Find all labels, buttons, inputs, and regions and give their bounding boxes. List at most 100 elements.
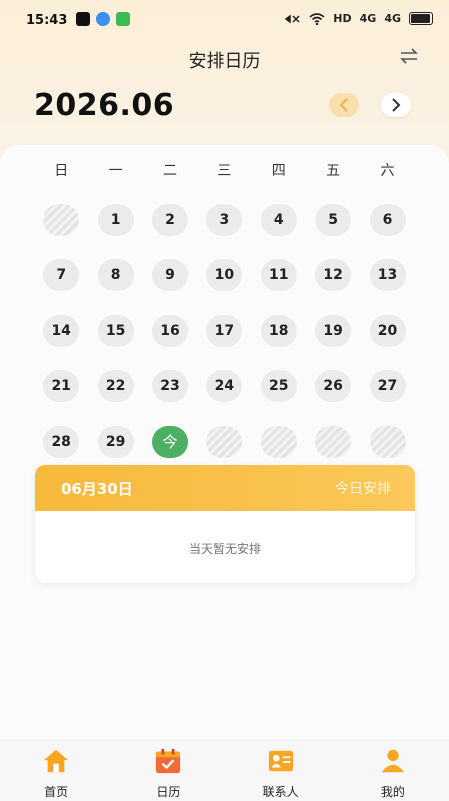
empty-day xyxy=(369,425,406,458)
day-button[interactable]: 23 xyxy=(151,370,188,403)
prev-month-button[interactable] xyxy=(329,93,359,117)
day-button[interactable]: 9 xyxy=(151,259,188,292)
day-button[interactable]: 7 xyxy=(43,259,80,292)
schedule-panel: 06月30日 今日安排 当天暂无安排 xyxy=(35,465,415,583)
tab-profile[interactable]: 我的 xyxy=(337,741,449,801)
day-button[interactable]: 29 xyxy=(97,425,134,458)
next-month-button[interactable] xyxy=(381,93,411,117)
day-button[interactable]: 27 xyxy=(369,370,406,403)
day-button[interactable]: 21 xyxy=(43,370,80,403)
day-cell xyxy=(34,192,88,248)
contacts-icon xyxy=(267,747,295,775)
day-cell: 13 xyxy=(360,248,414,304)
status-bar: 15:43 HD 4G 4G xyxy=(0,0,449,40)
weekday-label: 六 xyxy=(380,163,395,179)
day-button[interactable]: 1 xyxy=(97,203,134,236)
day-cell: 5 xyxy=(306,192,360,248)
page-title: 安排日历 xyxy=(188,51,261,72)
bottom-tab-bar: 首页 日历 联系人 我的 xyxy=(0,740,449,801)
day-button[interactable]: 26 xyxy=(315,370,352,403)
tab-label: 联系人 xyxy=(262,785,299,799)
day-cell: 18 xyxy=(252,303,306,359)
empty-day xyxy=(260,425,297,458)
day-button[interactable]: 24 xyxy=(206,370,243,403)
day-cell: 24 xyxy=(197,359,251,415)
day-button[interactable]: 2 xyxy=(151,203,188,236)
tiktok-icon xyxy=(76,12,90,26)
day-button[interactable]: 25 xyxy=(260,370,297,403)
tab-label: 日历 xyxy=(156,785,181,799)
status-right: HD 4G 4G xyxy=(285,12,433,25)
empty-day xyxy=(315,425,352,458)
day-cell: 28 xyxy=(34,414,88,470)
day-button[interactable]: 4 xyxy=(260,203,297,236)
weekday-label: 一 xyxy=(108,163,123,179)
tab-contacts[interactable]: 联系人 xyxy=(225,741,337,801)
today-day[interactable]: 今 xyxy=(151,425,188,458)
day-cell: 3 xyxy=(197,192,251,248)
battery-icon xyxy=(409,12,433,25)
month-label: 2026.06 xyxy=(34,88,175,123)
weekday-label: 二 xyxy=(162,163,177,179)
tab-home[interactable]: 首页 xyxy=(0,741,112,801)
day-cell: 23 xyxy=(143,359,197,415)
day-cell: 2 xyxy=(143,192,197,248)
day-cell: 今 xyxy=(143,414,197,470)
day-cell: 27 xyxy=(360,359,414,415)
day-button[interactable]: 14 xyxy=(43,314,80,347)
chevron-right-icon xyxy=(392,98,401,112)
schedule-date: 06月30日 xyxy=(61,479,133,498)
chevron-left-icon xyxy=(339,98,348,112)
day-button[interactable]: 13 xyxy=(369,259,406,292)
tab-label: 我的 xyxy=(380,785,405,799)
day-cell: 15 xyxy=(88,303,142,359)
browser-icon xyxy=(96,12,110,26)
schedule-header: 06月30日 今日安排 xyxy=(35,465,415,511)
empty-day xyxy=(206,425,243,458)
day-cell: 26 xyxy=(306,359,360,415)
day-button[interactable]: 12 xyxy=(315,259,352,292)
day-cell: 4 xyxy=(252,192,306,248)
weekday-label: 三 xyxy=(217,163,232,179)
weekday-label: 日 xyxy=(54,163,69,179)
day-button[interactable]: 17 xyxy=(206,314,243,347)
day-button[interactable]: 5 xyxy=(315,203,352,236)
day-cell: 11 xyxy=(252,248,306,304)
day-button[interactable]: 16 xyxy=(151,314,188,347)
day-button[interactable]: 28 xyxy=(43,425,80,458)
day-button[interactable]: 6 xyxy=(369,203,406,236)
day-cell: 9 xyxy=(143,248,197,304)
day-button[interactable]: 11 xyxy=(260,259,297,292)
day-button[interactable]: 18 xyxy=(260,314,297,347)
tab-label: 首页 xyxy=(44,785,69,799)
wifi-icon xyxy=(309,12,325,25)
day-cell: 21 xyxy=(34,359,88,415)
empty-day xyxy=(43,203,80,236)
day-cell: 14 xyxy=(34,303,88,359)
day-button[interactable]: 15 xyxy=(97,314,134,347)
status-time: 15:43 xyxy=(26,13,68,28)
day-cell: 17 xyxy=(197,303,251,359)
home-icon xyxy=(42,747,70,775)
day-button[interactable]: 3 xyxy=(206,203,243,236)
day-cell: 19 xyxy=(306,303,360,359)
day-button[interactable]: 8 xyxy=(97,259,134,292)
day-cell: 29 xyxy=(88,414,142,470)
day-button[interactable]: 10 xyxy=(206,259,243,292)
day-cell: 6 xyxy=(360,192,414,248)
day-button[interactable]: 19 xyxy=(315,314,352,347)
swap-icon[interactable] xyxy=(399,48,419,69)
day-cell: 1 xyxy=(88,192,142,248)
tab-calendar[interactable]: 日历 xyxy=(112,741,224,801)
day-cell xyxy=(360,414,414,470)
day-button[interactable]: 20 xyxy=(369,314,406,347)
day-cell: 16 xyxy=(143,303,197,359)
day-button[interactable]: 22 xyxy=(97,370,134,403)
schedule-empty-text: 当天暂无安排 xyxy=(188,542,261,556)
schedule-tag[interactable]: 今日安排 xyxy=(335,478,391,498)
calendar-grid: 1 2 3 4 5 6 7 8 9 10 11 12 13 14 15 16 17 18 19 20 21 22 23 24 2… xyxy=(34,192,414,470)
day-cell: 10 xyxy=(197,248,251,304)
day-cell: 22 xyxy=(88,359,142,415)
day-cell xyxy=(306,414,360,470)
day-cell xyxy=(252,414,306,470)
